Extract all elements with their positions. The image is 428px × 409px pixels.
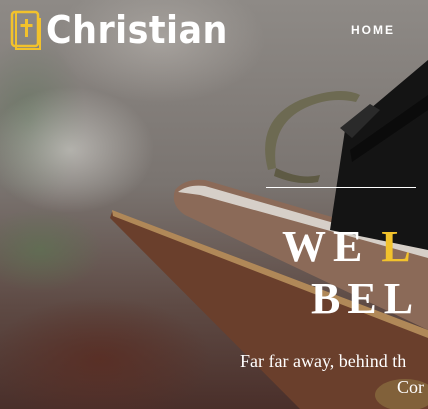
bible-photo xyxy=(110,60,428,409)
hero-tagline-line1: Far far away, behind th xyxy=(240,351,407,371)
headline-word-we: WE xyxy=(282,222,370,271)
hero-headline-line1: WE L xyxy=(282,222,418,272)
hero-tagline-line2: Cor xyxy=(397,377,424,397)
headline-accent-word: L xyxy=(381,222,418,271)
hero-background xyxy=(0,0,428,409)
main-nav: HOME xyxy=(351,19,395,38)
brand-name: Christian xyxy=(46,8,228,52)
bible-cross-icon xyxy=(10,10,41,50)
headline-divider xyxy=(266,187,416,188)
hero-headline-line2: BEL xyxy=(311,274,421,323)
brand-logo[interactable]: Christian xyxy=(10,10,244,50)
nav-home-link[interactable]: HOME xyxy=(351,23,395,37)
